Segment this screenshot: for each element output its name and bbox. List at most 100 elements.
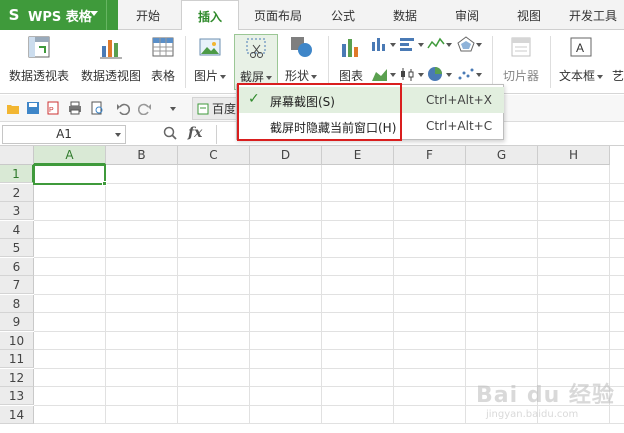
tab-data[interactable]: 数据 — [380, 0, 430, 30]
menu-item-hide-window-capture[interactable]: 截屏时隐藏当前窗口(H) Ctrl+Alt+C — [238, 113, 504, 139]
save-icon[interactable] — [26, 101, 40, 115]
tab-view[interactable]: 视图 — [504, 0, 554, 30]
chevron-down-icon — [311, 74, 317, 79]
fill-handle[interactable] — [102, 180, 107, 186]
picture-label-text: 图片 — [193, 69, 218, 83]
zoom-search-icon[interactable] — [163, 126, 177, 142]
row-header-6[interactable]: 6 — [0, 257, 34, 276]
menu-item-screen-capture[interactable]: ✓ 屏幕截图(S) Ctrl+Alt+X — [238, 87, 504, 113]
table-button[interactable]: 表格 — [146, 34, 180, 90]
app-menu-divider — [106, 0, 118, 30]
row-header-8[interactable]: 8 — [0, 294, 34, 313]
table-label: 表格 — [150, 69, 175, 83]
row-header-9[interactable]: 9 — [0, 313, 34, 331]
row-header-12[interactable]: 12 — [0, 368, 34, 387]
row-header-13[interactable]: 13 — [0, 387, 34, 405]
tab-page-layout[interactable]: 页面布局 — [246, 0, 310, 30]
column-header-f[interactable]: F — [394, 146, 466, 165]
shapes-label: 形状 — [280, 67, 322, 84]
shapes-label-text: 形状 — [284, 69, 309, 83]
tab-formulas[interactable]: 公式 — [318, 0, 368, 30]
svg-text:P: P — [49, 107, 54, 114]
redo-icon[interactable] — [138, 101, 152, 115]
bar-chart-icon[interactable] — [370, 36, 390, 52]
export-pdf-icon[interactable]: P — [46, 101, 60, 115]
chevron-down-icon[interactable] — [418, 43, 424, 47]
name-box[interactable]: A1 — [2, 125, 126, 144]
column-header-h[interactable]: H — [538, 146, 610, 165]
open-folder-icon[interactable] — [6, 101, 20, 115]
slicer-button[interactable]: 切片器 — [498, 34, 544, 90]
area-chart-icon[interactable] — [370, 66, 390, 82]
pivot-chart-button[interactable]: 数据透视图 — [78, 34, 144, 90]
gridline-horizontal — [34, 275, 624, 276]
table-icon — [150, 34, 176, 60]
pivot-table-button[interactable]: 数据透视表 — [6, 34, 72, 90]
ribbon-divider — [328, 36, 329, 88]
ribbon-divider — [550, 36, 551, 88]
art-text-button[interactable]: 艺 — [612, 34, 624, 90]
scatter-chart-icon[interactable] — [456, 66, 476, 82]
baidu-document-tab[interactable]: 百度 — [192, 97, 238, 120]
gridline-horizontal — [34, 293, 624, 295]
row-header-1[interactable]: 1 — [0, 165, 34, 183]
customize-toolbar-chevron-icon[interactable] — [170, 107, 176, 111]
pivot-table-label: 数据透视表 — [8, 69, 69, 83]
chevron-down-icon[interactable] — [476, 73, 482, 77]
radar-chart-icon[interactable] — [456, 36, 476, 52]
tab-review[interactable]: 审阅 — [442, 0, 492, 30]
menu-item-label: 截屏时隐藏当前窗口(H) — [270, 121, 397, 135]
checkmark-icon: ✓ — [248, 91, 260, 107]
sheet-doc-icon — [197, 103, 209, 114]
tab-insert[interactable]: 插入 — [181, 0, 239, 31]
tab-home[interactable]: 开始 — [124, 0, 172, 30]
column-header-c[interactable]: C — [178, 146, 250, 165]
chevron-down-icon[interactable] — [418, 73, 424, 77]
row-header-14[interactable]: 14 — [0, 405, 34, 424]
chart-button[interactable]: 图表 — [334, 34, 368, 90]
undo-icon[interactable] — [116, 101, 130, 115]
insert-function-button[interactable]: fx — [188, 125, 202, 141]
column-header-a[interactable]: A — [34, 146, 106, 165]
row-header-11[interactable]: 11 — [0, 350, 34, 368]
row-header-4[interactable]: 4 — [0, 220, 34, 239]
chevron-down-icon[interactable] — [446, 43, 452, 47]
watermark-brand: Bai du 经验 — [476, 383, 615, 408]
screenshot-label-text: 截屏 — [239, 70, 264, 84]
chevron-down-icon[interactable] — [446, 73, 452, 77]
app-menu-button[interactable]: S WPS 表格 — [0, 0, 118, 30]
chevron-down-icon[interactable] — [390, 73, 396, 77]
active-cell-a1[interactable] — [33, 164, 106, 185]
gridline-horizontal — [34, 330, 624, 332]
pie-chart-icon[interactable] — [426, 66, 446, 82]
column-header-e[interactable]: E — [322, 146, 394, 165]
column-header-g[interactable]: G — [466, 146, 538, 165]
row-header-3[interactable]: 3 — [0, 202, 34, 220]
shapes-button[interactable]: 形状 — [280, 34, 322, 90]
column-header-b[interactable]: B — [106, 146, 178, 165]
row-header-2[interactable]: 2 — [0, 183, 34, 202]
print-preview-icon[interactable] — [90, 101, 104, 115]
slicer-label: 切片器 — [502, 69, 539, 83]
screenshot-dropdown-menu: ✓ 屏幕截图(S) Ctrl+Alt+X 截屏时隐藏当前窗口(H) Ctrl+A… — [236, 84, 504, 140]
pivot-chart-label: 数据透视图 — [80, 69, 141, 83]
tab-developer[interactable]: 开发工具 — [562, 0, 624, 30]
chevron-down-icon[interactable] — [390, 43, 396, 47]
column-header-d[interactable]: D — [250, 146, 322, 165]
textbox-button[interactable]: A 文本框 — [556, 34, 606, 90]
screenshot-button[interactable]: 截屏 — [234, 34, 278, 90]
screenshot-label: 截屏 — [235, 68, 277, 85]
menu-item-shortcut: Ctrl+Alt+X — [426, 93, 492, 107]
chevron-down-icon[interactable] — [476, 43, 482, 47]
print-icon[interactable] — [68, 101, 82, 115]
row-header-7[interactable]: 7 — [0, 276, 34, 294]
menu-item-shortcut: Ctrl+Alt+C — [426, 119, 493, 133]
line-chart-icon[interactable] — [426, 36, 446, 52]
picture-button[interactable]: 图片 — [190, 34, 230, 90]
gridline-horizontal — [34, 201, 624, 202]
row-header-10[interactable]: 10 — [0, 331, 34, 350]
stock-chart-icon[interactable] — [398, 66, 418, 82]
horizontal-bar-chart-icon[interactable] — [398, 36, 418, 52]
select-all-corner[interactable] — [0, 146, 34, 165]
row-header-5[interactable]: 5 — [0, 239, 34, 257]
